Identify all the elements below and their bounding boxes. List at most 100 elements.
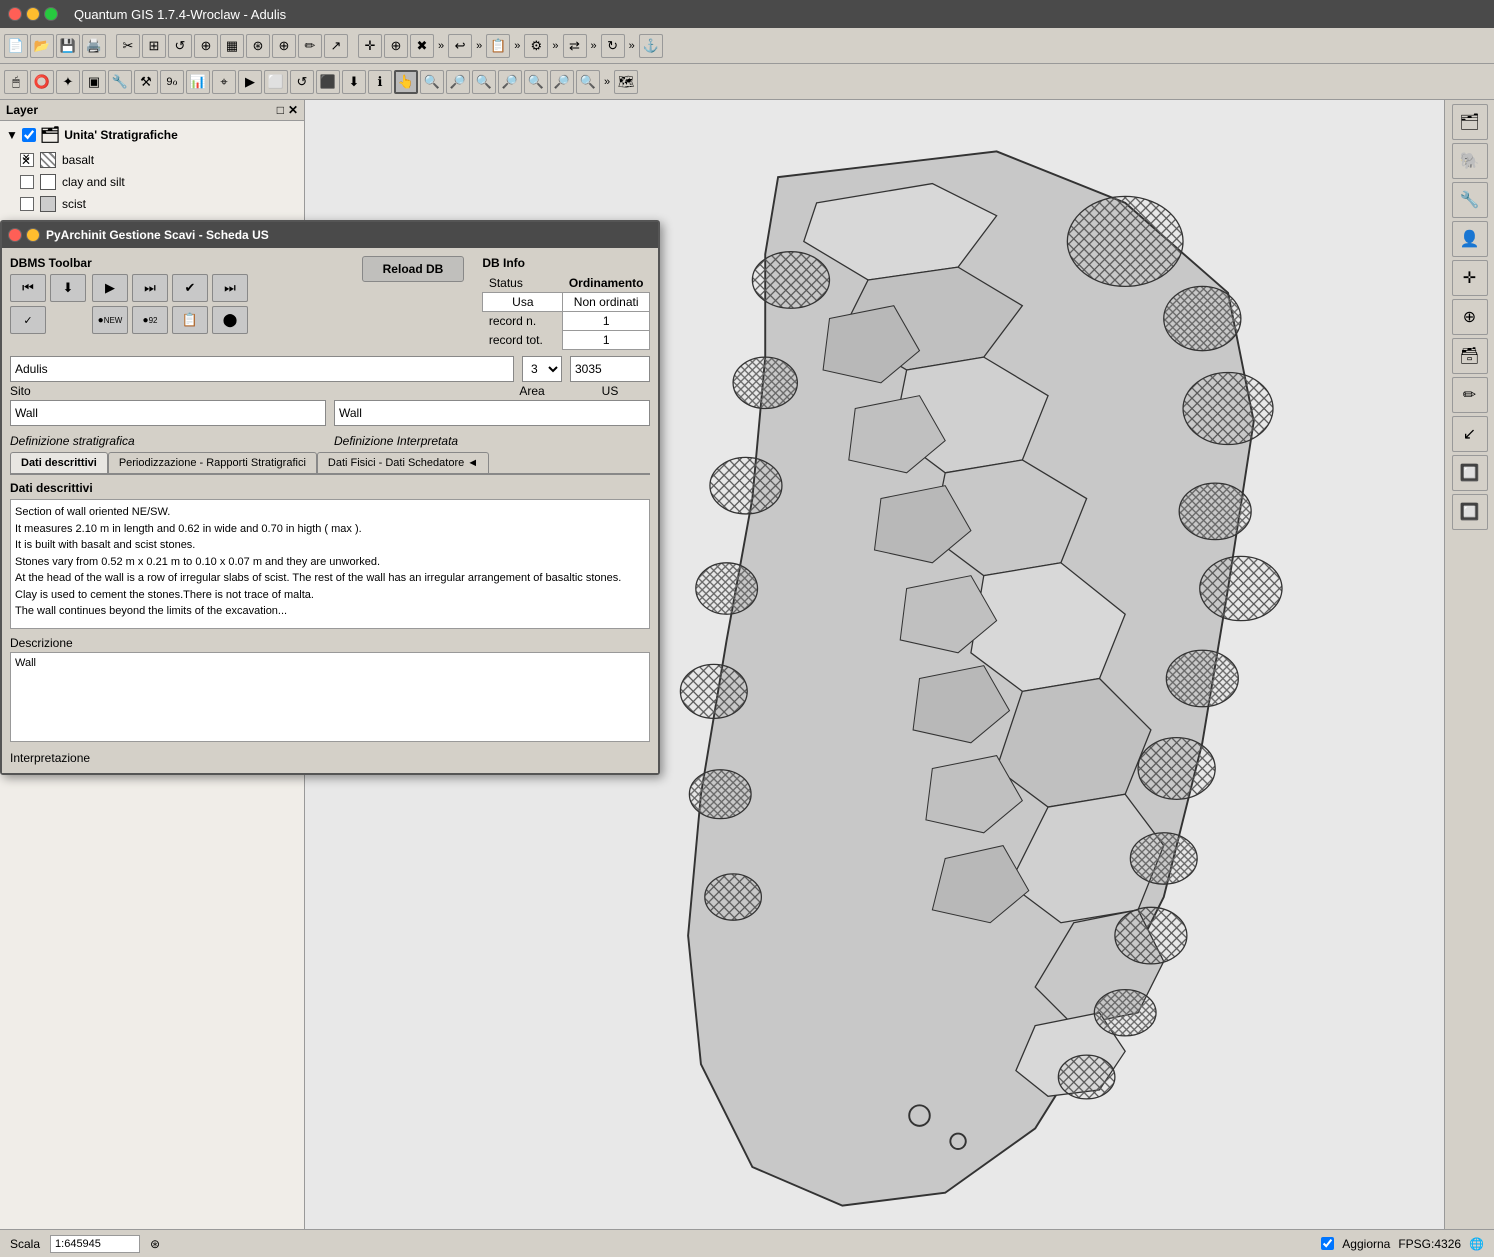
dati-desc-textarea[interactable]: Section of wall oriented NE/SW. It measu…	[10, 499, 650, 629]
zoom-icon[interactable]: ⊕	[194, 34, 218, 58]
run-icon[interactable]: ▶	[238, 70, 262, 94]
record-n-value: 1	[563, 312, 650, 331]
rt-icon-8[interactable]: ✏	[1452, 377, 1488, 413]
copy-btn[interactable]: 📋	[172, 306, 208, 334]
cross-icon[interactable]: ✛	[358, 34, 382, 58]
zoom-sel-icon[interactable]: 🔍	[524, 70, 548, 94]
aggiorna-checkbox[interactable]	[1321, 1237, 1334, 1250]
area-num-select[interactable]: 3	[522, 356, 562, 382]
cut-icon[interactable]: ✂	[116, 34, 140, 58]
rt-icon-1[interactable]: 🗂	[1452, 104, 1488, 140]
dialog-close-btn[interactable]	[8, 228, 22, 242]
dot-btn[interactable]: ●NEW	[92, 306, 128, 334]
rt-icon-9[interactable]: ↙	[1452, 416, 1488, 452]
rt-icon-11[interactable]: 🔲	[1452, 494, 1488, 530]
record-tot-label: record tot.	[483, 331, 563, 350]
basalt-checkbox[interactable]: ✕	[20, 153, 34, 167]
crane-icon[interactable]: ⚓	[639, 34, 663, 58]
hammer-icon[interactable]: 🔧	[108, 70, 132, 94]
copy-icon[interactable]: ⊞	[142, 34, 166, 58]
last-btn[interactable]: ⏭	[212, 274, 248, 302]
rect-icon[interactable]: ⬜	[264, 70, 288, 94]
globe-icon[interactable]: 🗺	[614, 70, 638, 94]
sito-select[interactable]: Adulis	[10, 356, 514, 382]
dialog-min-btn[interactable]	[26, 228, 40, 242]
del-btn[interactable]: ⬤	[212, 306, 248, 334]
reload-db-btn[interactable]: Reload DB	[362, 256, 465, 282]
layer-group-checkbox[interactable]	[22, 128, 36, 142]
descrizione-textarea[interactable]: Wall	[10, 652, 650, 742]
hand-icon[interactable]: 👆	[394, 70, 418, 94]
scist-checkbox[interactable]	[20, 197, 34, 211]
collapse-arrow[interactable]: ▼	[6, 128, 18, 142]
wall-select-1[interactable]: Wall	[10, 400, 326, 426]
settings-icon[interactable]: ⊕	[272, 34, 296, 58]
refresh-icon[interactable]: ↺	[290, 70, 314, 94]
wall-select-2[interactable]: Wall	[334, 400, 650, 426]
zoom-out-icon[interactable]: 🔎	[446, 70, 470, 94]
window-controls[interactable]	[8, 7, 58, 21]
info-icon[interactable]: ℹ	[368, 70, 392, 94]
x-icon[interactable]: ✖	[410, 34, 434, 58]
close-btn[interactable]	[8, 7, 22, 21]
rt-icon-5[interactable]: ✛	[1452, 260, 1488, 296]
open-icon[interactable]: 📂	[30, 34, 54, 58]
zoom-in-icon[interactable]: 🔍	[420, 70, 444, 94]
min-btn[interactable]	[26, 7, 40, 21]
zoom-prev-icon[interactable]: 🔎	[550, 70, 574, 94]
fpsg-icon[interactable]: 🌐	[1469, 1237, 1484, 1251]
rt-icon-2[interactable]: 🐘	[1452, 143, 1488, 179]
layer-icon[interactable]: ⊛	[246, 34, 270, 58]
nav-first-btn[interactable]: ⏮	[10, 274, 46, 302]
max-btn[interactable]	[44, 7, 58, 21]
rt-icon-10[interactable]: 🔲	[1452, 455, 1488, 491]
rt-icon-6[interactable]: ⊕	[1452, 299, 1488, 335]
skip-btn[interactable]: ⏭	[132, 274, 168, 302]
rotate-icon[interactable]: ↻	[601, 34, 625, 58]
move-icon[interactable]: ⊕	[384, 34, 408, 58]
zoom-next-icon[interactable]: 🔍	[576, 70, 600, 94]
layer-resize-icon[interactable]: □	[277, 103, 284, 117]
black-circle-icon[interactable]: ⬛	[316, 70, 340, 94]
scala-input[interactable]	[50, 1235, 140, 1253]
check-btn[interactable]: ✔	[172, 274, 208, 302]
save-icon[interactable]: 💾	[56, 34, 80, 58]
cursor-icon[interactable]: 🖱	[4, 70, 28, 94]
tab-dati-desc[interactable]: Dati descrittivi	[10, 452, 108, 473]
paw-icon[interactable]: ✦	[56, 70, 80, 94]
nav-down-btn[interactable]: ⬇	[50, 274, 86, 302]
us-id-input[interactable]	[570, 356, 650, 382]
target-icon[interactable]: ⌖	[212, 70, 236, 94]
nodes-icon[interactable]: 9ℴ	[160, 70, 184, 94]
play-btn[interactable]: ▶	[92, 274, 128, 302]
tab-periodizzazione[interactable]: Periodizzazione - Rapporti Stratigrafici	[108, 452, 317, 473]
status-icon[interactable]: ⊛	[150, 1237, 160, 1251]
undo-icon[interactable]: ↺	[168, 34, 192, 58]
pointer-icon[interactable]: ↗	[324, 34, 348, 58]
clay-checkbox[interactable]	[20, 175, 34, 189]
dialog-window-controls[interactable]	[8, 228, 40, 242]
zoom-full-icon[interactable]: 🔍	[472, 70, 496, 94]
undo2-icon[interactable]: ↩	[448, 34, 472, 58]
chart-icon[interactable]: 📊	[186, 70, 210, 94]
frame-icon[interactable]: ▣	[82, 70, 106, 94]
num-btn[interactable]: ●92	[132, 306, 168, 334]
circle-icon[interactable]: ⭕	[30, 70, 54, 94]
zoom-layer-icon[interactable]: 🔎	[498, 70, 522, 94]
new-file-icon[interactable]: 📄	[4, 34, 28, 58]
clipboard-icon[interactable]: 📋	[486, 34, 510, 58]
layer-close-icon[interactable]: ✕	[288, 103, 298, 117]
rt-icon-3[interactable]: 🔧	[1452, 182, 1488, 218]
gear-icon[interactable]: ⚙	[524, 34, 548, 58]
shuffle-icon[interactable]: ⇄	[563, 34, 587, 58]
print-icon[interactable]: 🖨️	[82, 34, 106, 58]
sito-label: Sito	[10, 384, 494, 398]
edit-btn[interactable]: ✓	[10, 306, 46, 334]
pencil-icon[interactable]: ✏	[298, 34, 322, 58]
rt-icon-7[interactable]: 🗃	[1452, 338, 1488, 374]
rt-icon-4[interactable]: 👤	[1452, 221, 1488, 257]
wrench-icon[interactable]: ⚒	[134, 70, 158, 94]
down-arrow-icon[interactable]: ⬇	[342, 70, 366, 94]
map-icon[interactable]: ▦	[220, 34, 244, 58]
tab-dati-fisici[interactable]: Dati Fisici - Dati Schedatore ◄	[317, 452, 489, 473]
